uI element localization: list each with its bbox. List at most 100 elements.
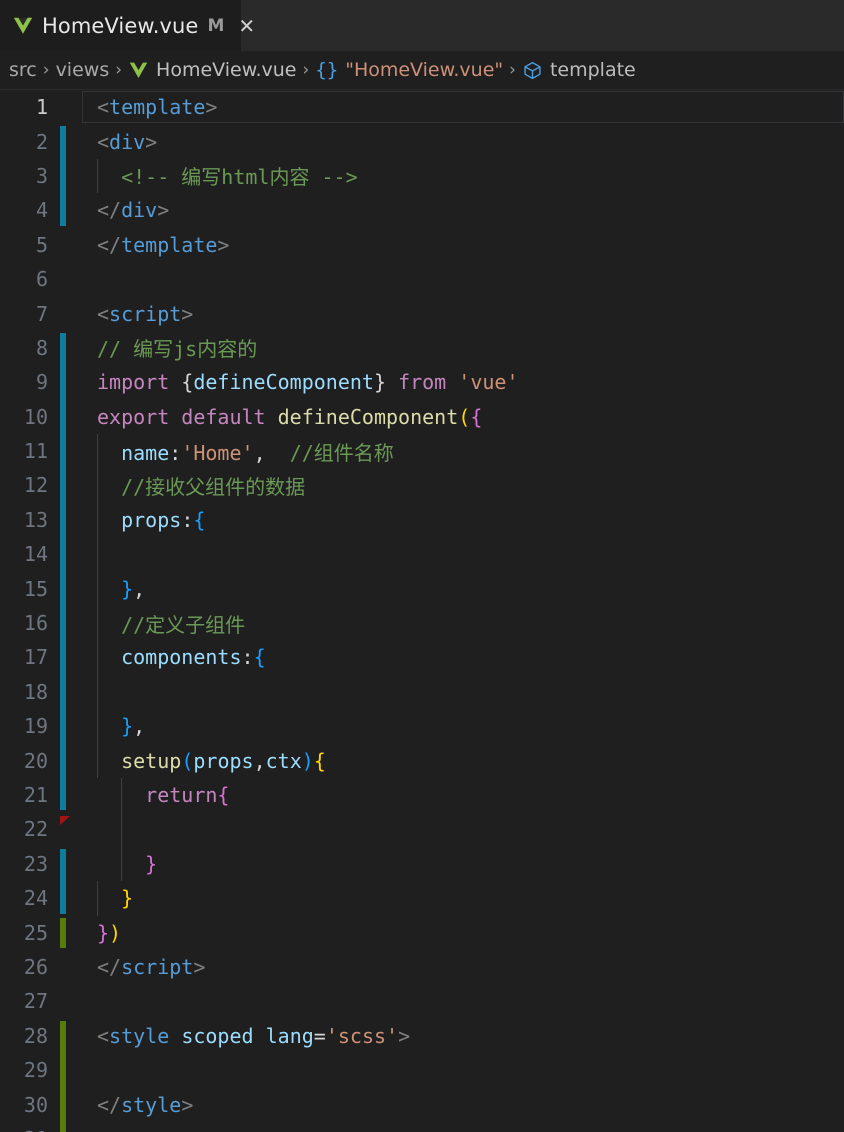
code-line[interactable]: 19 },	[0, 709, 844, 743]
chevron-right-icon: ›	[509, 60, 516, 80]
code-line[interactable]: 12 //接收父组件的数据	[0, 468, 844, 502]
code-line[interactable]: 23 }	[0, 847, 844, 881]
line-number: 23	[23, 851, 48, 876]
breadcrumb: src › views › HomeView.vue › {} "HomeVie…	[0, 51, 844, 90]
code-token: :	[181, 507, 194, 532]
line-number: 17	[23, 645, 48, 670]
line-number: 12	[23, 473, 48, 498]
code-line[interactable]: 28 <style scoped lang='scss'>	[0, 1019, 844, 1053]
code-line[interactable]: 6	[0, 262, 844, 296]
line-number: 8	[35, 335, 48, 360]
code-line-content: <script>	[97, 302, 193, 326]
code-token: //定义子组件	[121, 612, 246, 637]
line-number: 27	[23, 989, 48, 1014]
code-line[interactable]: 29	[0, 1053, 844, 1087]
code-line[interactable]: 4 </div>	[0, 193, 844, 227]
code-line[interactable]: 1 <template>	[0, 90, 844, 124]
close-icon[interactable]: ✕	[238, 16, 255, 36]
code-line[interactable]: 16 //定义子组件	[0, 606, 844, 640]
code-line[interactable]: 11 name:'Home', //组件名称	[0, 434, 844, 468]
code-line[interactable]: 18	[0, 675, 844, 709]
braces-icon: {}	[315, 59, 339, 81]
code-line[interactable]: 7 <script>	[0, 296, 844, 330]
code-token: props	[121, 507, 182, 532]
code-line-content: }	[97, 852, 157, 876]
code-line-content: export default defineComponent({	[97, 405, 482, 429]
code-token: import	[97, 370, 170, 395]
code-token: lang	[265, 1023, 314, 1048]
line-number: 2	[35, 129, 48, 154]
line-number: 20	[23, 748, 48, 773]
code-editor[interactable]: 1 <template> 2 <div> 3 <!-- 编写html内容 --> 4 </d…	[0, 90, 844, 1132]
code-line-content: </script>	[97, 955, 205, 979]
code-token: {	[313, 748, 326, 773]
line-number: 18	[23, 679, 48, 704]
editor-tab-label: HomeView.vue	[42, 13, 199, 38]
code-line[interactable]: 27	[0, 984, 844, 1018]
editor-tab-homeview-vue[interactable]: HomeView.vue M ✕	[0, 0, 255, 51]
code-token: :	[169, 440, 182, 465]
code-token: >	[193, 954, 206, 979]
code-line[interactable]: 3 <!-- 编写html内容 -->	[0, 159, 844, 193]
code-token: template	[121, 232, 218, 257]
code-line[interactable]: 30 </style>	[0, 1087, 844, 1121]
code-token: //组件名称	[289, 440, 394, 465]
code-line-content: }	[97, 886, 133, 910]
breadcrumb-item-template-symbol[interactable]: template	[517, 59, 641, 81]
code-token: props	[193, 748, 254, 773]
code-token: >	[217, 232, 230, 257]
code-line[interactable]: 14	[0, 537, 844, 571]
line-number: 4	[35, 198, 48, 223]
code-token: <	[97, 95, 110, 120]
code-token: {	[217, 783, 230, 807]
code-token: (	[181, 748, 194, 773]
code-line[interactable]: 20 setup(props,ctx){	[0, 743, 844, 777]
chevron-right-icon: ›	[302, 60, 310, 80]
code-line[interactable]: 21 return{	[0, 778, 844, 812]
code-line[interactable]: 24 }	[0, 881, 844, 915]
code-line[interactable]: 8 // 编写js内容的	[0, 331, 844, 365]
code-line[interactable]: 10 export default defineComponent({	[0, 400, 844, 434]
code-line-content: <template>	[97, 95, 217, 119]
code-token: 'scss'	[325, 1023, 399, 1048]
code-line[interactable]: 15 },	[0, 571, 844, 605]
editor-tab-bar: HomeView.vue M ✕	[0, 0, 844, 51]
breadcrumb-item-homeview-vue[interactable]: HomeView.vue	[123, 59, 301, 81]
code-line[interactable]: 5 </template>	[0, 228, 844, 262]
breadcrumb-item-views[interactable]: views	[51, 59, 115, 81]
breadcrumb-label: views	[55, 59, 110, 81]
code-line[interactable]: 13 props:{	[0, 503, 844, 537]
code-token: ,	[133, 576, 146, 601]
chevron-right-icon: ›	[115, 60, 123, 80]
code-token: >	[398, 1023, 411, 1048]
code-line-content: props:{	[97, 508, 205, 532]
breadcrumb-item-object-symbol[interactable]: {} "HomeView.vue"	[310, 59, 508, 81]
editor-tab-dirty-badge: M	[207, 15, 225, 36]
code-token: <	[97, 301, 110, 326]
code-token: script	[109, 301, 182, 326]
line-number: 9	[35, 370, 48, 395]
code-line-content: setup(props,ctx){	[97, 749, 326, 773]
line-number: 24	[23, 886, 48, 911]
code-line[interactable]: 26 </script>	[0, 950, 844, 984]
code-line[interactable]: 22	[0, 812, 844, 846]
code-line[interactable]: 25})	[0, 915, 844, 949]
breadcrumb-item-src[interactable]: src	[4, 59, 42, 81]
code-line[interactable]: 9 import {defineComponent} from 'vue'	[0, 365, 844, 399]
line-number: 15	[23, 576, 48, 601]
code-line[interactable]: 17 components:{	[0, 640, 844, 674]
code-line[interactable]: 31	[0, 1122, 844, 1132]
code-line[interactable]: 2 <div>	[0, 124, 844, 158]
breadcrumb-label: src	[9, 59, 37, 81]
code-lines[interactable]: 1 <template> 2 <div> 3 <!-- 编写html内容 --> 4 </d…	[0, 90, 844, 1132]
code-token: <	[97, 1023, 110, 1048]
code-token: )	[301, 748, 314, 773]
code-token: }	[373, 370, 387, 395]
